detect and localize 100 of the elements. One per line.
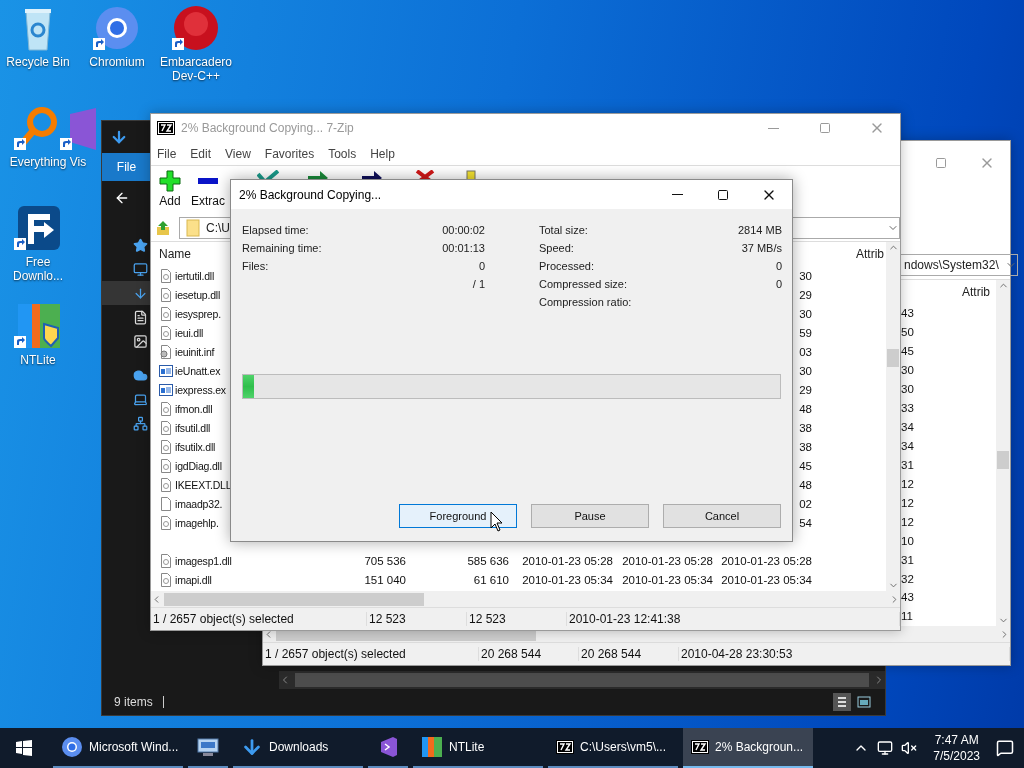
table-cell-text: 48 (798, 402, 812, 415)
file-name[interactable]: iertutil.dll (159, 268, 215, 283)
taskbar-item[interactable]: Microsoft Wind... (53, 728, 183, 768)
file-name[interactable]: ifmon.dll (159, 401, 213, 416)
browser-icon (61, 736, 83, 758)
file-name[interactable]: ifsutilx.dll (159, 439, 216, 454)
table-cell: 45 (901, 345, 914, 358)
dll-file-icon (159, 515, 173, 530)
download-icon[interactable] (133, 285, 148, 301)
windows-start-icon[interactable] (16, 740, 32, 756)
desktop-icon[interactable] (133, 261, 148, 277)
dll-file-icon (159, 572, 173, 587)
details-view-button[interactable] (833, 693, 851, 711)
star-icon[interactable] (133, 237, 148, 253)
app-icon (421, 736, 443, 758)
table-cell-text: 705 536 (363, 554, 406, 567)
file-name[interactable]: iesetup.dll (159, 287, 221, 302)
taskbar-item[interactable]: C:\Users\vm5\... (548, 728, 678, 768)
file-name[interactable]: imagehlp. (159, 515, 219, 530)
thumbnail-view-button[interactable] (855, 693, 873, 711)
dll-file-icon (159, 439, 173, 454)
table-cell-text: 2010-01-23 05:28 (521, 554, 613, 567)
network-icon[interactable] (877, 740, 894, 756)
scroll-thumb[interactable] (997, 451, 1009, 469)
taskbar-item[interactable]: Downloads (233, 728, 363, 768)
picture-icon[interactable] (133, 333, 148, 349)
computer-icon[interactable] (133, 391, 148, 407)
stat-value: 00:01:13 (442, 242, 485, 254)
toolbar-button[interactable]: Extrac (191, 170, 225, 208)
table-cell-text: 2010-01-23 05:34 (720, 573, 812, 586)
file-name[interactable]: ieui.dll (159, 325, 204, 340)
dll-file-icon (159, 287, 173, 302)
app-icon[interactable] (14, 302, 62, 350)
table-cell-text: 30 (798, 364, 812, 377)
file-name[interactable]: imagesp1.dll (159, 553, 232, 568)
desktop-icon-label: Embarcadero Dev-C++ (159, 55, 233, 83)
horizontal-scrollbar[interactable] (151, 591, 900, 607)
file-name[interactable]: igdDiag.dll (159, 458, 222, 473)
file-name[interactable]: iexpress.ex (159, 382, 226, 397)
horizontal-scrollbar[interactable] (279, 671, 885, 689)
network-icon[interactable] (133, 415, 148, 431)
dialog-button[interactable]: Foreground (399, 504, 517, 528)
taskbar-item[interactable]: 2% Backgroun... (683, 728, 813, 768)
dialog-button[interactable]: Pause (531, 504, 649, 528)
column-header[interactable]: Attrib (962, 284, 990, 299)
file-name[interactable]: imaadp32. (159, 496, 223, 511)
vertical-scrollbar[interactable] (996, 280, 1010, 626)
table-cell-text: 38 (798, 440, 812, 453)
file-name[interactable]: ieUnatt.ex (159, 363, 221, 378)
menu-item[interactable]: File (157, 146, 177, 161)
table-cell-text: 03 (798, 345, 812, 358)
file-name[interactable]: ieuinit.inf (159, 344, 215, 359)
table-cell: 30 (901, 364, 914, 377)
download-app-icon[interactable] (14, 204, 62, 252)
status-text: 20 268 544 (579, 647, 679, 661)
table-cell-text: 151 040 (363, 573, 406, 586)
menu-item[interactable]: Help (370, 146, 395, 161)
thumbnail-icon (857, 696, 871, 708)
menu-item[interactable]: View (225, 146, 251, 161)
back-icon[interactable] (114, 190, 130, 206)
window-title: 2% Background Copying... 7-Zip (181, 121, 355, 135)
muted-speaker-icon[interactable] (901, 740, 918, 756)
menu-item[interactable]: Tools (328, 146, 357, 161)
table-cell: 43 (901, 307, 914, 320)
column-header[interactable]: Attrib (856, 247, 884, 261)
ribbon-tab[interactable]: File (102, 153, 151, 181)
table-cell: 50 (901, 326, 914, 339)
file-name[interactable]: ifsutil.dll (159, 420, 211, 435)
app-icon (157, 121, 175, 135)
file-icon (159, 496, 173, 511)
cloud-icon[interactable] (133, 367, 148, 383)
folder-icon (186, 219, 200, 237)
file-name[interactable]: IKEEXT.DLL (159, 477, 232, 492)
maximize-icon (935, 157, 947, 169)
status-text: 2010-01-23 12:41:38 (567, 612, 900, 626)
taskbar-item[interactable]: NTLite (413, 728, 543, 768)
list-icon (837, 696, 847, 708)
menu-item[interactable]: Edit (190, 146, 212, 161)
toolbar-button[interactable]: Add (159, 170, 181, 208)
stat-value: 00:00:02 (442, 224, 485, 236)
control-panel-icon[interactable] (196, 736, 220, 758)
menu-item[interactable]: Favorites (264, 146, 315, 161)
document-icon[interactable] (133, 309, 148, 325)
file-name[interactable]: imapi.dll (159, 572, 212, 587)
stat-label: Files: (242, 260, 269, 272)
browser-icon[interactable] (93, 4, 141, 52)
table-cell: 11 (901, 610, 913, 623)
clock[interactable]: 7:47 AM 7/5/2023 (933, 732, 980, 764)
column-header[interactable]: Name (159, 247, 191, 261)
app-icon[interactable] (172, 4, 220, 52)
dialog-button[interactable]: Cancel (663, 504, 781, 528)
notification-icon[interactable] (996, 739, 1014, 757)
dll-file-icon (159, 268, 173, 283)
scroll-thumb[interactable] (887, 349, 899, 367)
vertical-scrollbar[interactable] (886, 242, 900, 591)
cursor-icon (490, 511, 504, 533)
table-cell: 33 (901, 402, 914, 415)
table-cell: 12 (901, 496, 914, 509)
table-cell-text: 38 (798, 421, 812, 434)
file-name[interactable]: iesysprep. (159, 306, 221, 321)
